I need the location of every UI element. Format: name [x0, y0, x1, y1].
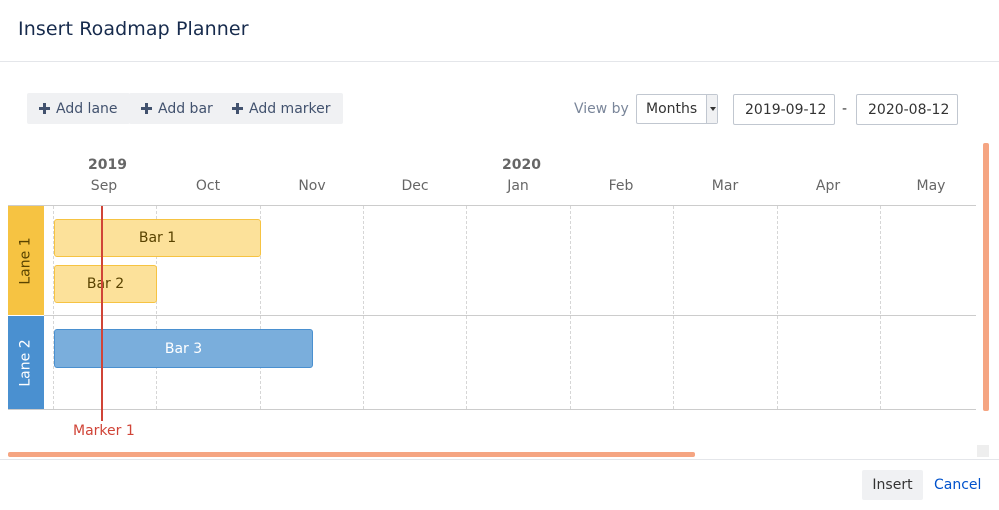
end-date-input[interactable]	[856, 94, 958, 125]
roadmap-bar-3[interactable]: Bar 3	[54, 329, 313, 368]
date-separator: -	[842, 101, 848, 117]
footer-divider	[0, 459, 999, 460]
cancel-link[interactable]: Cancel	[934, 477, 981, 493]
plus-icon	[232, 103, 243, 114]
view-by-value: Months	[646, 101, 698, 117]
scrollbar-corner	[977, 445, 989, 457]
month-label-feb: Feb	[608, 178, 634, 194]
grid-line	[777, 206, 778, 409]
bar-label: Bar 3	[164, 340, 203, 357]
vertical-scrollbar[interactable]	[983, 143, 989, 411]
lane-header-2[interactable]: Lane 2	[8, 316, 44, 409]
start-date-input[interactable]	[733, 94, 835, 125]
view-by-select[interactable]: Months	[636, 94, 718, 124]
add-marker-label: Add marker	[249, 100, 331, 117]
roadmap-bar-2[interactable]: Bar 2	[54, 265, 157, 303]
insert-button[interactable]: Insert	[862, 470, 923, 500]
month-label-dec: Dec	[401, 178, 429, 194]
plus-icon	[39, 103, 50, 114]
marker-line[interactable]	[101, 206, 103, 421]
add-bar-label: Add bar	[158, 100, 213, 117]
lane-label-2: Lane 2	[18, 338, 35, 387]
lane-label-1: Lane 1	[18, 236, 35, 285]
month-label-sep: Sep	[90, 178, 118, 194]
grid-line	[880, 206, 881, 409]
month-label-apr: Apr	[815, 178, 841, 194]
add-marker-button[interactable]: Add marker	[220, 93, 343, 124]
grid-top-line	[8, 205, 976, 206]
add-lane-label: Add lane	[56, 100, 118, 117]
year-label-2020: 2020	[502, 157, 541, 173]
month-label-nov: Nov	[298, 178, 326, 194]
bar-label: Bar 1	[138, 230, 177, 246]
month-label-jan: Jan	[507, 178, 529, 194]
add-lane-button[interactable]: Add lane	[27, 93, 130, 124]
view-by-label: View by	[574, 101, 629, 117]
grid-line	[466, 206, 467, 409]
month-label-mar: Mar	[711, 178, 739, 194]
lane-divider	[44, 315, 976, 316]
grid-bottom-line	[8, 409, 976, 410]
grid-line	[363, 206, 364, 409]
marker-label[interactable]: Marker 1	[73, 423, 135, 439]
header-divider	[0, 61, 999, 62]
chevron-down-icon	[706, 95, 717, 123]
year-label-2019: 2019	[88, 157, 127, 173]
plus-icon	[141, 103, 152, 114]
grid-line	[673, 206, 674, 409]
bar-label: Bar 2	[86, 276, 125, 292]
dialog-title: Insert Roadmap Planner	[18, 18, 249, 40]
roadmap-bar-1[interactable]: Bar 1	[54, 219, 261, 257]
grid-line	[570, 206, 571, 409]
lane-header-1[interactable]: Lane 1	[8, 206, 44, 315]
month-label-may: May	[916, 178, 946, 194]
month-label-oct: Oct	[195, 178, 221, 194]
horizontal-scrollbar[interactable]	[8, 452, 695, 457]
add-bar-button[interactable]: Add bar	[129, 93, 225, 124]
